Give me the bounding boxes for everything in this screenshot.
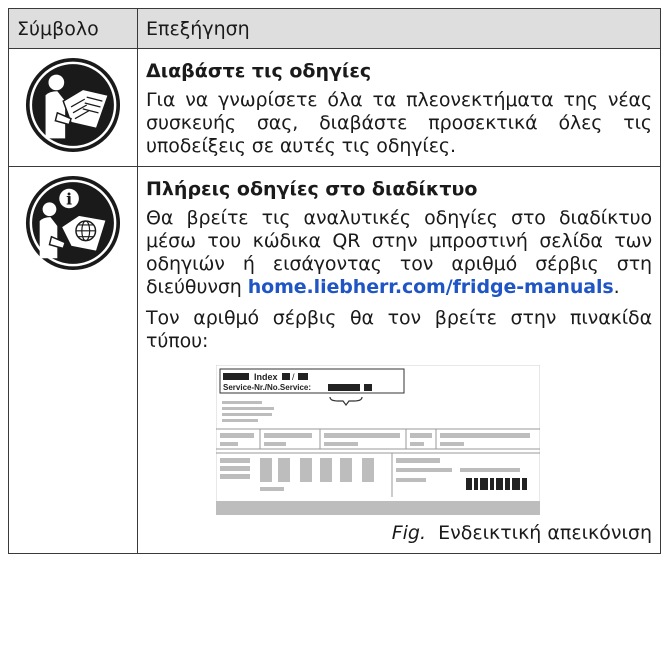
caption-text: Ενδεικτική απεικόνιση — [438, 522, 652, 544]
row-title: Πλήρεις οδηγίες στο διαδίκτυο — [146, 178, 478, 200]
plate-service-label: Service-Nr./No.Service: — [223, 383, 311, 392]
row-text: Για να γνωρίσετε όλα τα πλεονεκτήματα τη… — [146, 89, 652, 157]
figure-caption: Fig. Ενδεικτική απεικόνιση — [146, 521, 652, 545]
plate-index-label: Index — [254, 372, 278, 382]
row-title: Διαβάστε τις οδηγίες — [146, 60, 372, 82]
type-plate-illustration: Index / Service-Nr./No.Service: — [215, 364, 541, 516]
header-symbol: Σύμβολο — [8, 8, 138, 49]
symbols-table: Σύμβολο Επεξήγηση Διαβάστε τις οδηγίες Γ… — [8, 8, 661, 554]
symbol-cell: i — [8, 166, 138, 554]
explanation-cell: Πλήρεις οδηγίες στο διαδίκτυο Θα βρείτε … — [137, 166, 661, 554]
symbol-cell — [8, 48, 138, 167]
row-text-end: . — [613, 276, 620, 298]
table-header-row: Σύμβολο Επεξήγηση — [8, 8, 661, 49]
explanation-cell: Διαβάστε τις οδηγίες Για να γνωρίσετε όλ… — [137, 48, 661, 167]
caption-prefix: Fig. — [391, 522, 426, 544]
read-instructions-icon — [25, 57, 121, 153]
table-row: Διαβάστε τις οδηγίες Για να γνωρίσετε όλ… — [8, 48, 661, 167]
fridge-manuals-link[interactable]: home.liebherr.com/fridge-manuals — [248, 276, 614, 298]
header-explanation: Επεξήγηση — [137, 8, 661, 49]
row-text-2: Τον αριθμό σέρβις θα τον βρείτε στην πιν… — [146, 307, 652, 352]
table-row: i Πλήρεις οδηγίες στο διαδίκτυο Θα βρείτ… — [8, 166, 661, 554]
online-instructions-icon: i — [25, 175, 121, 271]
svg-text:i: i — [66, 189, 72, 208]
row-text: Θα βρείτε τις αναλυτικές οδηγίες στο δια… — [146, 207, 652, 299]
